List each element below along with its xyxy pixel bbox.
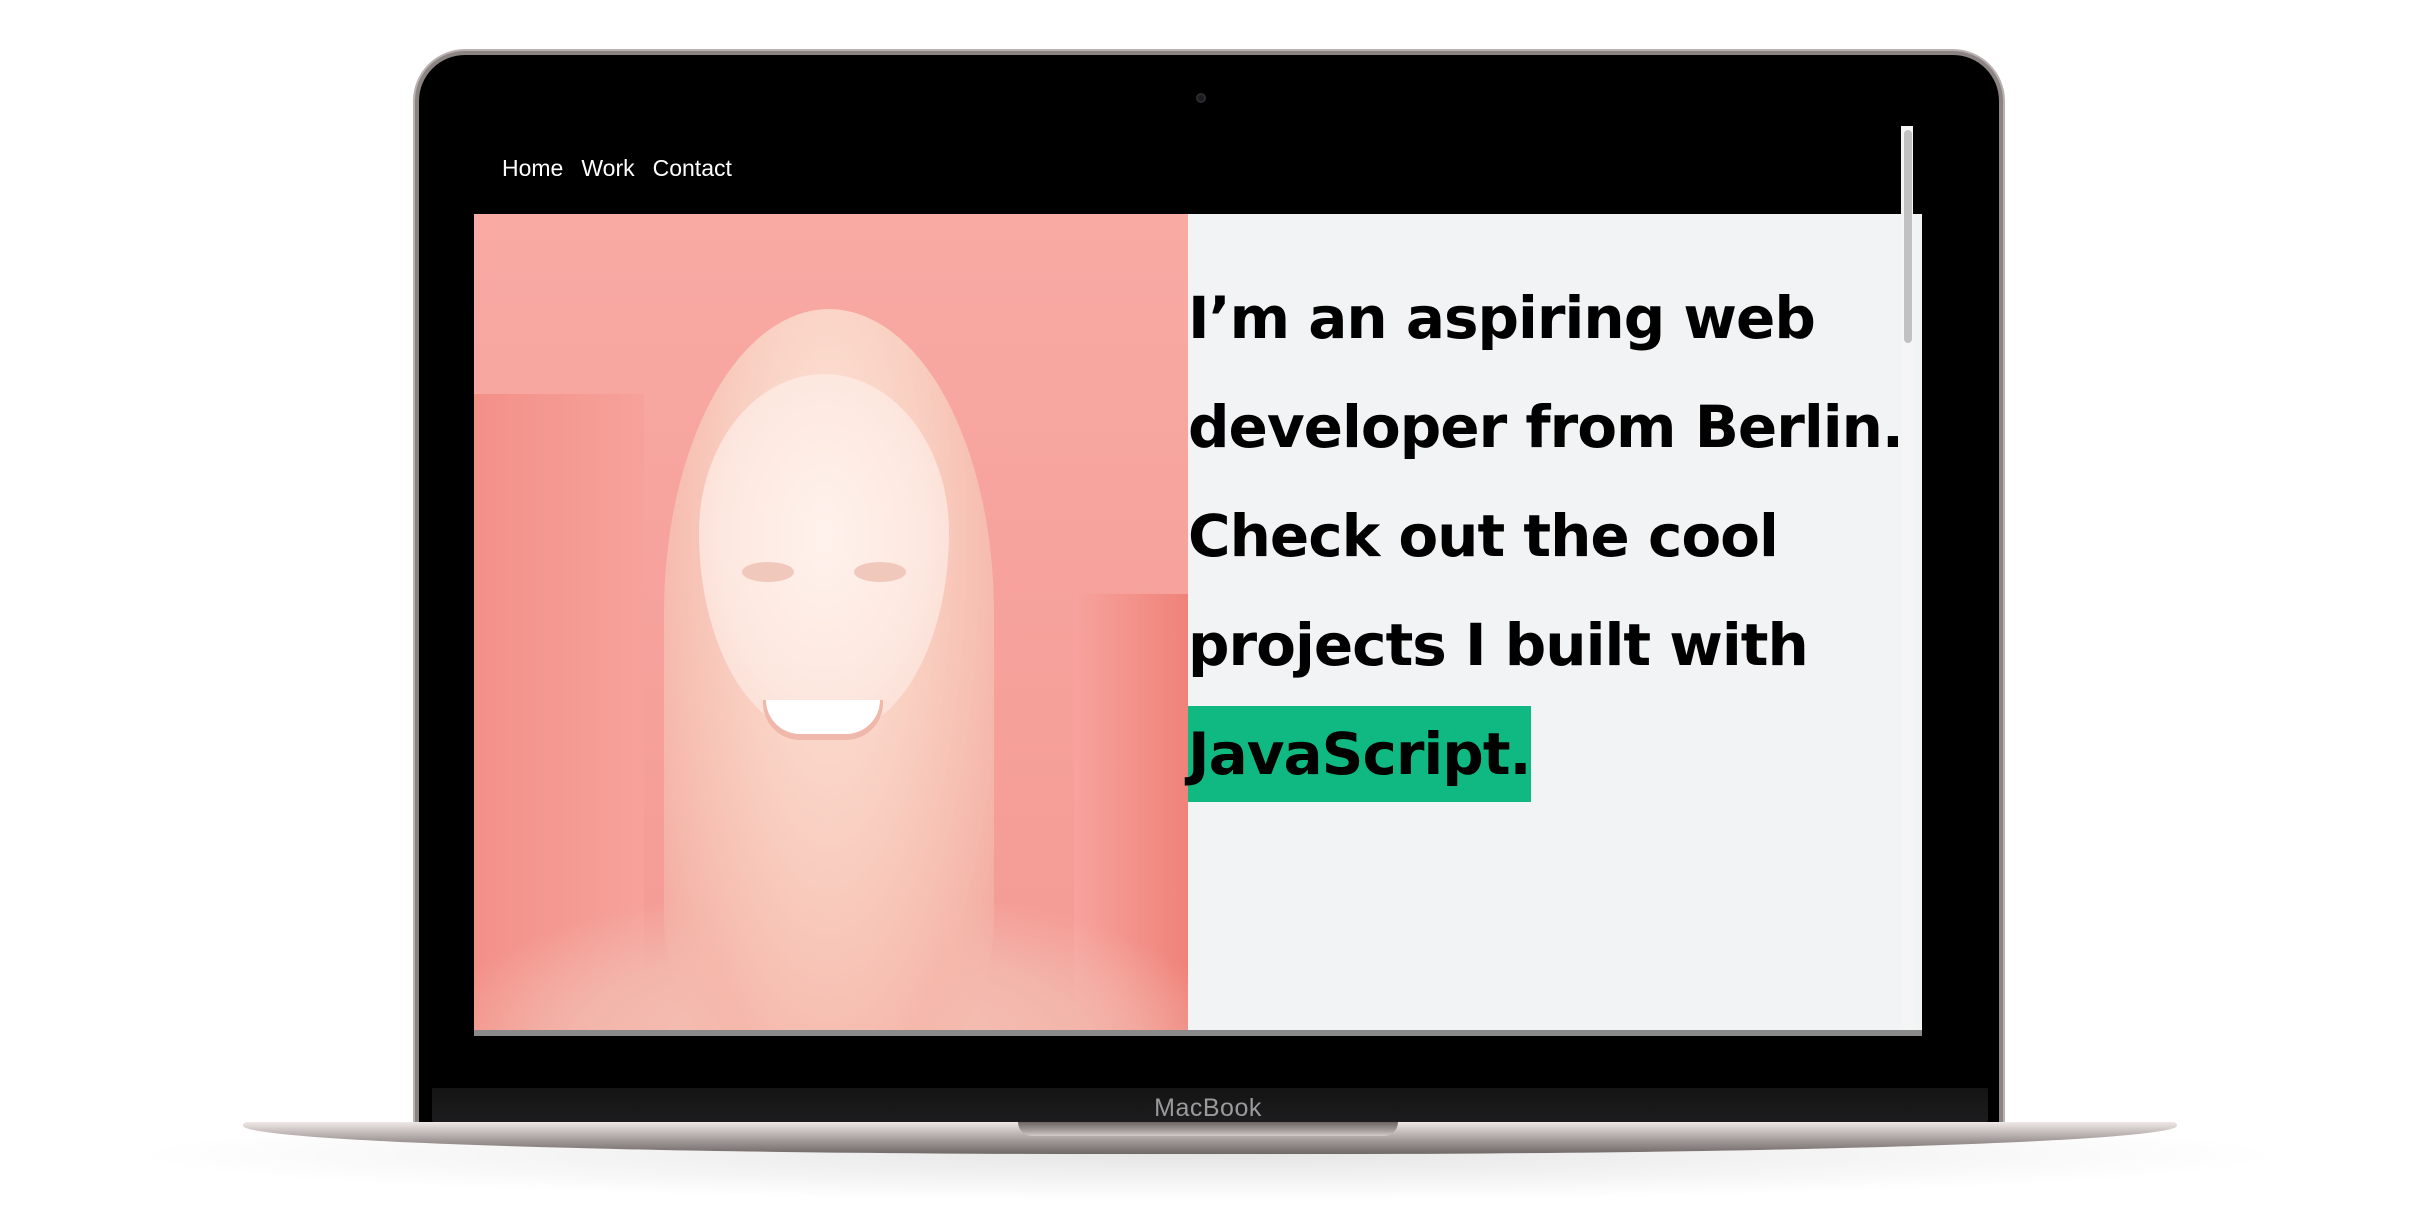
laptop-hinge-notch [1018,1122,1398,1136]
photo-eye-left [742,562,794,582]
viewport-bottom-edge [474,1030,1922,1036]
browser-viewport: Home Work Contact I’m an aspiring web de… [474,126,1922,1036]
photo-eye-right [854,562,906,582]
webcam-icon [1196,93,1206,103]
hero-headline-text: I’m an aspiring web developer from Berli… [1188,284,1904,679]
nav-links: Home Work Contact [502,155,732,182]
hero-headline: I’m an aspiring web developer from Berli… [1188,264,1908,809]
nav-link-work[interactable]: Work [581,155,634,182]
hero-portrait-photo [474,214,1188,1030]
nav-link-contact[interactable]: Contact [653,155,732,182]
top-navbar: Home Work Contact [474,126,1922,214]
hero-headline-highlight: JavaScript. [1188,706,1532,802]
photo-smile [766,700,880,734]
scrollbar-thumb[interactable] [1904,130,1912,343]
photo-face [699,374,949,734]
laptop-brand-label: MacBook [1154,1094,1262,1122]
hero-text-panel: I’m an aspiring web developer from Berli… [1188,214,1922,1030]
nav-link-home[interactable]: Home [502,155,563,182]
